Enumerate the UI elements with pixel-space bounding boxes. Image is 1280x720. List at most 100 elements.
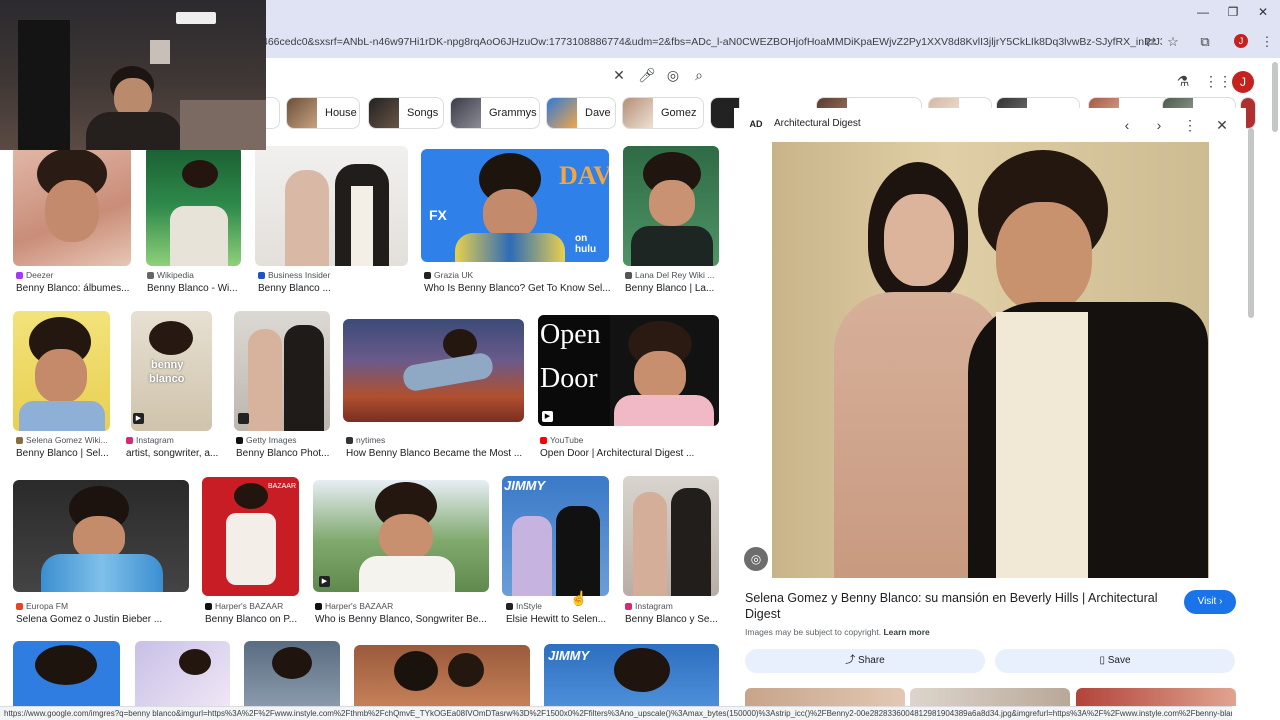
- result-source[interactable]: Deezer: [16, 270, 134, 280]
- result-image[interactable]: [623, 146, 719, 266]
- visit-button[interactable]: Visit ›: [1184, 590, 1236, 614]
- chip-gomez[interactable]: Gomez: [622, 97, 704, 129]
- lens-icon[interactable]: ◎: [664, 66, 682, 84]
- result-image[interactable]: [135, 641, 230, 706]
- result-image[interactable]: DAV FX on hulu: [421, 149, 609, 262]
- extensions-icon[interactable]: ⧉: [1196, 33, 1214, 51]
- result-image[interactable]: Open Door ▶: [538, 315, 719, 426]
- next-icon[interactable]: ›: [1150, 116, 1168, 134]
- translate-icon[interactable]: ⇄: [1142, 33, 1160, 51]
- result-caption[interactable]: Benny Blanco | Sel...: [16, 448, 112, 459]
- result-source[interactable]: Business Insider: [258, 270, 408, 280]
- result-source[interactable]: Lana Del Rey Wiki ...: [625, 270, 719, 280]
- result-source[interactable]: Instagram: [625, 601, 721, 611]
- close-icon[interactable]: ✕: [1213, 116, 1231, 134]
- result-image[interactable]: [234, 311, 330, 431]
- result-image[interactable]: [146, 146, 241, 266]
- result-source[interactable]: Grazia UK: [424, 270, 610, 280]
- shirt-shape: [455, 233, 565, 262]
- result-source[interactable]: YouTube: [540, 435, 720, 445]
- result-image[interactable]: benny blanco ▶: [131, 311, 212, 431]
- account-avatar[interactable]: J: [1232, 71, 1254, 93]
- chip-grammys[interactable]: Grammys: [450, 97, 540, 129]
- result-caption[interactable]: Benny Blanco ...: [258, 283, 408, 294]
- result-image[interactable]: [255, 146, 408, 266]
- result-caption[interactable]: Benny Blanco y Se...: [625, 614, 721, 625]
- minimize-icon[interactable]: —: [1192, 4, 1214, 20]
- result-source[interactable]: Instagram: [126, 435, 222, 445]
- result-caption[interactable]: Benny Blanco | La...: [625, 283, 719, 294]
- play-icon: ▶: [133, 413, 144, 424]
- result-image[interactable]: [343, 319, 524, 422]
- result-caption[interactable]: Who is Benny Blanco, Songwriter Be...: [315, 614, 491, 625]
- page-scrollbar[interactable]: [1272, 62, 1278, 132]
- clear-icon[interactable]: ✕: [610, 66, 628, 84]
- save-button[interactable]: ▯ Save: [995, 649, 1235, 673]
- result-source[interactable]: Wikipedia: [147, 270, 242, 280]
- result-caption[interactable]: Elsie Hewitt to Selen...: [506, 614, 612, 625]
- chip-songs[interactable]: Songs: [368, 97, 444, 129]
- microphone-icon[interactable]: 🎤︎: [638, 66, 656, 84]
- result-source[interactable]: Harper's BAZAAR: [205, 601, 301, 611]
- related-thumbnail[interactable]: [1076, 688, 1236, 706]
- profile-avatar[interactable]: J: [1234, 34, 1248, 48]
- apps-grid-icon[interactable]: ⋮⋮: [1204, 72, 1232, 90]
- result-image[interactable]: [13, 641, 120, 706]
- body-shape: [401, 351, 495, 393]
- chip-dave[interactable]: Dave: [546, 97, 616, 129]
- overlay-text: Open: [540, 319, 601, 350]
- result-caption[interactable]: Open Door | Architectural Digest ...: [540, 448, 720, 459]
- favicon-icon: [258, 272, 265, 279]
- result-source[interactable]: Europa FM: [16, 601, 192, 611]
- result-image[interactable]: [354, 645, 530, 706]
- related-thumbnail[interactable]: [745, 688, 905, 706]
- previous-icon[interactable]: ‹: [1118, 116, 1136, 134]
- result-image[interactable]: BAZAAR: [202, 477, 299, 596]
- result-source[interactable]: nytimes: [346, 435, 526, 445]
- result-image[interactable]: [244, 641, 340, 706]
- learn-more-link[interactable]: Learn more: [883, 627, 929, 637]
- result-source[interactable]: InStyle: [506, 601, 612, 611]
- result-source[interactable]: Harper's BAZAAR: [315, 601, 491, 611]
- result-image[interactable]: [13, 146, 131, 266]
- face-shape: [35, 349, 87, 403]
- maximize-icon[interactable]: ❐: [1222, 4, 1244, 20]
- lens-search-icon[interactable]: ◎: [744, 547, 768, 571]
- shirt-shape: [19, 401, 105, 431]
- labs-flask-icon[interactable]: ⚗: [1174, 72, 1192, 90]
- result-caption[interactable]: Benny Blanco on P...: [205, 614, 301, 625]
- hair-shape: [614, 648, 670, 692]
- result-image[interactable]: [13, 311, 110, 431]
- result-image[interactable]: JIMMY: [502, 476, 609, 596]
- result-caption[interactable]: Selena Gomez o Justin Bieber ...: [16, 614, 192, 625]
- result-caption[interactable]: artist, songwriter, a...: [126, 448, 222, 459]
- result-source[interactable]: Getty Images: [236, 435, 332, 445]
- more-options-icon[interactable]: ⋮: [1181, 116, 1199, 134]
- result-caption[interactable]: Who Is Benny Blanco? Get To Know Sel...: [424, 283, 610, 294]
- result-image[interactable]: JIMMY: [544, 644, 719, 706]
- result-caption[interactable]: Benny Blanco: álbumes...: [16, 283, 134, 294]
- close-window-icon[interactable]: ✕: [1252, 4, 1274, 20]
- panel-source[interactable]: Architectural Digest: [774, 118, 861, 129]
- address-bar[interactable]: 466cedc0&sxsrf=ANbL-n46w97Hi1rDK-npg8rqA…: [262, 30, 1162, 54]
- result-image[interactable]: [623, 476, 719, 596]
- search-icon[interactable]: ⌕: [690, 66, 708, 84]
- chip-house[interactable]: House: [286, 97, 360, 129]
- result-caption[interactable]: How Benny Blanco Became the Most ...: [346, 448, 526, 459]
- result-caption[interactable]: Benny Blanco Phot...: [236, 448, 332, 459]
- share-button[interactable]: ⤴ Share: [745, 649, 985, 673]
- panel-scrollbar[interactable]: [1248, 128, 1254, 318]
- preview-image[interactable]: [772, 142, 1209, 578]
- ac-unit-shape: [176, 12, 216, 24]
- menu-kebab-icon[interactable]: ⋮: [1258, 33, 1276, 51]
- result-caption[interactable]: Benny Blanco - Wi...: [147, 283, 242, 294]
- dress-shape: [633, 492, 667, 596]
- bookmark-star-icon[interactable]: ☆: [1164, 33, 1182, 51]
- result-source[interactable]: Selena Gomez Wiki...: [16, 435, 112, 445]
- result-image[interactable]: ▶: [313, 480, 489, 592]
- face-shape: [483, 189, 537, 239]
- result-image[interactable]: [13, 480, 189, 592]
- related-thumbnail[interactable]: [910, 688, 1070, 706]
- chip-thumbnail: [451, 98, 481, 128]
- panel-title[interactable]: Selena Gomez y Benny Blanco: su mansión …: [745, 590, 1165, 622]
